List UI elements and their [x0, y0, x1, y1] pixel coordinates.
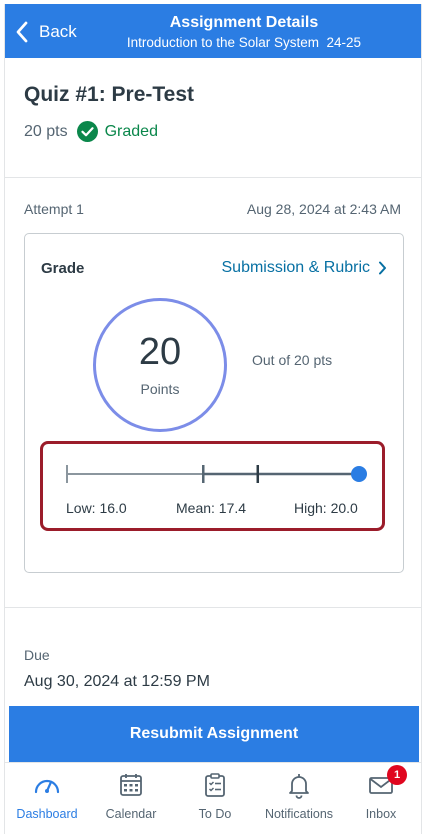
- page-title: Assignment Details: [169, 14, 319, 31]
- grade-statistics: Low: 16.0 Mean: 17.4 High: 20.0: [40, 441, 385, 531]
- tab-label: To Do: [198, 807, 232, 821]
- score-marker: [351, 466, 367, 482]
- bell-icon: [289, 774, 309, 799]
- divider: [5, 177, 421, 178]
- tab-label: Inbox: [365, 807, 397, 821]
- divider: [5, 607, 421, 608]
- tab-label: Dashboard: [16, 807, 78, 821]
- score-circle: 20 Points: [93, 298, 227, 432]
- stat-mean: Mean: 17.4: [176, 500, 247, 516]
- attempt-label: Attempt 1: [24, 201, 84, 217]
- assignment-points-status: 20 pts Graded: [24, 121, 158, 142]
- tab-label: Calendar: [105, 807, 157, 821]
- resubmit-assignment-button[interactable]: Resubmit Assignment: [9, 706, 419, 762]
- out-of-label: Out of 20 pts: [252, 352, 333, 368]
- grade-label: Grade: [41, 260, 85, 277]
- stat-low: Low: 16.0: [66, 500, 127, 516]
- score-unit: Points: [140, 381, 180, 397]
- tab-label: Notifications: [264, 807, 334, 821]
- due-date: Aug 30, 2024 at 12:59 PM: [24, 673, 210, 690]
- tab-to-do[interactable]: To Do: [173, 767, 257, 829]
- inbox-badge: 1: [387, 765, 407, 785]
- navigation-bar: Back Assignment Details Introduction to …: [5, 4, 421, 58]
- chevron-right-icon: [379, 261, 386, 275]
- stat-high: High: 20.0: [294, 500, 358, 516]
- due-label: Due: [24, 647, 50, 663]
- dashboard-icon: [34, 779, 60, 794]
- tab-dashboard[interactable]: Dashboard: [5, 767, 89, 829]
- submission-rubric-link[interactable]: Submission & Rubric: [222, 259, 388, 277]
- app-frame: Back Assignment Details Introduction to …: [4, 4, 422, 834]
- assignment-title: Quiz #1: Pre-Test: [24, 83, 194, 106]
- todo-icon: [205, 773, 225, 797]
- submission-rubric-label: Submission & Rubric: [221, 259, 371, 276]
- tab-bar: Dashboard Calendar To Do Notifications 1…: [5, 762, 421, 834]
- calendar-icon: [120, 774, 142, 796]
- tab-calendar[interactable]: Calendar: [89, 767, 173, 829]
- assignment-points: 20 pts: [24, 122, 68, 140]
- score-value: 20: [138, 331, 182, 373]
- chevron-left-icon: [16, 21, 28, 43]
- tab-inbox[interactable]: 1 Inbox: [339, 765, 421, 829]
- course-subtitle: Introduction to the Solar System 24-25: [126, 35, 362, 50]
- status-badge: Graded: [104, 122, 158, 140]
- grade-card: Grade Submission & Rubric 20 Points Out …: [24, 233, 404, 573]
- check-circle-icon: [76, 121, 98, 142]
- tab-notifications[interactable]: Notifications: [257, 767, 341, 829]
- attempt-date: Aug 28, 2024 at 2:43 AM: [246, 201, 401, 217]
